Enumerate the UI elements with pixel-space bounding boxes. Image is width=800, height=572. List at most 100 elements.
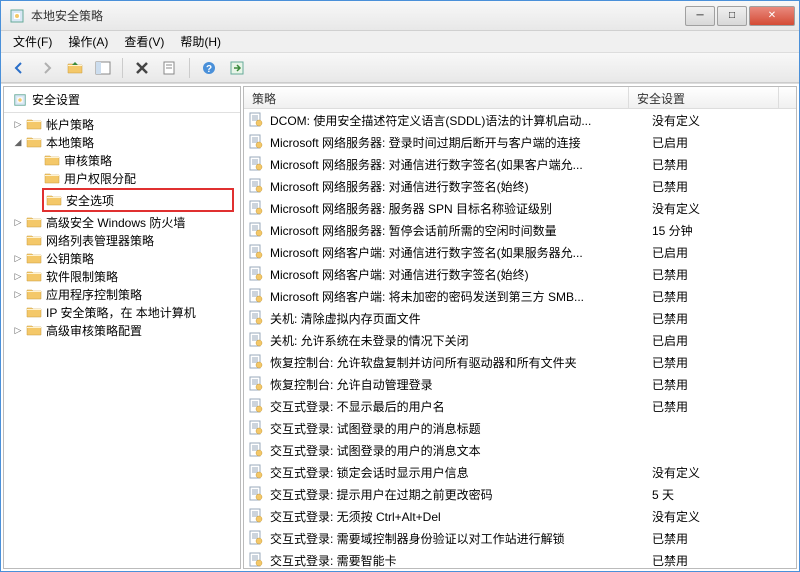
list-row[interactable]: 关机: 清除虚拟内存页面文件已禁用 <box>244 307 796 329</box>
folder-icon <box>26 287 42 301</box>
tree-node-firewall[interactable]: ▷ 高级安全 Windows 防火墙 <box>4 213 240 231</box>
policy-item-icon <box>248 486 264 502</box>
list-row[interactable]: 交互式登录: 需要智能卡已禁用 <box>244 549 796 568</box>
policy-item-icon <box>248 442 264 458</box>
menu-help[interactable]: 帮助(H) <box>172 31 229 52</box>
policy-name: 交互式登录: 无须按 Ctrl+Alt+Del <box>270 508 652 525</box>
folder-icon <box>46 193 62 207</box>
expand-icon[interactable]: ▷ <box>12 216 24 228</box>
list-row[interactable]: Microsoft 网络客户端: 对通信进行数字签名(始终)已禁用 <box>244 263 796 285</box>
policy-setting: 已禁用 <box>652 156 792 173</box>
list-pane: 策略 安全设置 DCOM: 使用安全描述符定义语言(SDDL)语法的计算机启动.… <box>243 86 797 569</box>
policy-name: 交互式登录: 需要域控制器身份验证以对工作站进行解锁 <box>270 530 652 547</box>
folder-icon <box>44 171 60 185</box>
column-header-policy[interactable]: 策略 <box>244 87 629 108</box>
policy-item-icon <box>248 156 264 172</box>
policy-name: Microsoft 网络服务器: 暂停会话前所需的空闲时间数量 <box>270 222 652 239</box>
policy-name: 交互式登录: 锁定会话时显示用户信息 <box>270 464 652 481</box>
tree-pane[interactable]: 安全设置 ▷ 帐户策略 ◢ 本地策略 审核策略 <box>3 86 241 569</box>
column-header-setting[interactable]: 安全设置 <box>629 87 779 108</box>
folder-icon <box>26 323 42 337</box>
policy-item-icon <box>248 266 264 282</box>
tree-node-account-policy[interactable]: ▷ 帐户策略 <box>4 115 240 133</box>
policy-name: 交互式登录: 试图登录的用户的消息文本 <box>270 442 652 459</box>
tree-node-ipsec[interactable]: IP 安全策略，在 本地计算机 <box>4 303 240 321</box>
list-row[interactable]: 交互式登录: 锁定会话时显示用户信息没有定义 <box>244 461 796 483</box>
policy-name: 关机: 清除虚拟内存页面文件 <box>270 310 652 327</box>
tree-root[interactable]: 安全设置 <box>4 87 240 113</box>
expand-icon[interactable]: ▷ <box>12 288 24 300</box>
tree-node-appctrl[interactable]: ▷ 应用程序控制策略 <box>4 285 240 303</box>
tree-node-advaudit[interactable]: ▷ 高级审核策略配置 <box>4 321 240 339</box>
list-row[interactable]: 恢复控制台: 允许软盘复制并访问所有驱动器和所有文件夹已禁用 <box>244 351 796 373</box>
titlebar[interactable]: 本地安全策略 ─ □ ✕ <box>1 1 799 31</box>
expand-icon[interactable]: ▷ <box>12 252 24 264</box>
list-row[interactable]: 交互式登录: 提示用户在过期之前更改密码5 天 <box>244 483 796 505</box>
list-row[interactable]: 恢复控制台: 允许自动管理登录已禁用 <box>244 373 796 395</box>
tree-root-label: 安全设置 <box>32 91 80 108</box>
list-row[interactable]: Microsoft 网络服务器: 暂停会话前所需的空闲时间数量15 分钟 <box>244 219 796 241</box>
maximize-button[interactable]: □ <box>717 6 747 26</box>
list-row[interactable]: Microsoft 网络客户端: 将未加密的密码发送到第三方 SMB...已禁用 <box>244 285 796 307</box>
folder-icon <box>26 305 42 319</box>
minimize-button[interactable]: ─ <box>685 6 715 26</box>
tree-node-local-policy[interactable]: ◢ 本地策略 <box>4 133 240 151</box>
policy-item-icon <box>248 112 264 128</box>
expand-icon[interactable]: ▷ <box>12 118 24 130</box>
toolbar-separator <box>189 58 190 78</box>
list-row[interactable]: Microsoft 网络客户端: 对通信进行数字签名(如果服务器允...已启用 <box>244 241 796 263</box>
collapse-icon[interactable]: ◢ <box>12 136 24 148</box>
folder-icon <box>44 153 60 167</box>
back-button[interactable] <box>7 56 31 80</box>
policy-item-icon <box>248 376 264 392</box>
security-settings-icon <box>12 93 28 107</box>
folder-icon <box>26 233 42 247</box>
policy-setting: 没有定义 <box>652 464 792 481</box>
policy-setting: 已禁用 <box>652 178 792 195</box>
properties-button[interactable] <box>158 56 182 80</box>
policy-item-icon <box>248 222 264 238</box>
list-row[interactable]: Microsoft 网络服务器: 对通信进行数字签名(始终)已禁用 <box>244 175 796 197</box>
forward-button[interactable] <box>35 56 59 80</box>
policy-name: Microsoft 网络客户端: 将未加密的密码发送到第三方 SMB... <box>270 288 652 305</box>
close-button[interactable]: ✕ <box>749 6 795 26</box>
policy-setting: 没有定义 <box>652 200 792 217</box>
list-row[interactable]: 关机: 允许系统在未登录的情况下关闭已启用 <box>244 329 796 351</box>
tree-node-softrestrict[interactable]: ▷ 软件限制策略 <box>4 267 240 285</box>
show-hide-tree-button[interactable] <box>91 56 115 80</box>
list-row[interactable]: 交互式登录: 不显示最后的用户名已禁用 <box>244 395 796 417</box>
policy-name: Microsoft 网络客户端: 对通信进行数字签名(始终) <box>270 266 652 283</box>
export-button[interactable] <box>225 56 249 80</box>
policy-item-icon <box>248 244 264 260</box>
expand-icon[interactable]: ▷ <box>12 324 24 336</box>
tree-node-audit-policy[interactable]: 审核策略 <box>4 151 240 169</box>
tree-label: IP 安全策略，在 本地计算机 <box>46 304 196 321</box>
tree-label: 网络列表管理器策略 <box>46 232 154 249</box>
list-row[interactable]: Microsoft 网络服务器: 登录时间过期后断开与客户端的连接已启用 <box>244 131 796 153</box>
expand-icon[interactable]: ▷ <box>12 270 24 282</box>
list-row[interactable]: 交互式登录: 无须按 Ctrl+Alt+Del没有定义 <box>244 505 796 527</box>
tree-label: 高级安全 Windows 防火墙 <box>46 214 185 231</box>
list-row[interactable]: Microsoft 网络服务器: 服务器 SPN 目标名称验证级别没有定义 <box>244 197 796 219</box>
delete-button[interactable] <box>130 56 154 80</box>
list-row[interactable]: 交互式登录: 需要域控制器身份验证以对工作站进行解锁已禁用 <box>244 527 796 549</box>
tree-node-pubkey[interactable]: ▷ 公钥策略 <box>4 249 240 267</box>
menu-action[interactable]: 操作(A) <box>60 31 116 52</box>
policy-name: Microsoft 网络服务器: 对通信进行数字签名(如果客户端允... <box>270 156 652 173</box>
policy-name: Microsoft 网络服务器: 对通信进行数字签名(始终) <box>270 178 652 195</box>
menu-view[interactable]: 查看(V) <box>116 31 172 52</box>
list-row[interactable]: 交互式登录: 试图登录的用户的消息标题 <box>244 417 796 439</box>
up-button[interactable] <box>63 56 87 80</box>
policy-setting: 已禁用 <box>652 288 792 305</box>
tree-node-user-rights[interactable]: 用户权限分配 <box>4 169 240 187</box>
list-row[interactable]: DCOM: 使用安全描述符定义语言(SDDL)语法的计算机启动...没有定义 <box>244 109 796 131</box>
tree-node-security-options[interactable]: 安全选项 <box>46 191 230 209</box>
help-button[interactable]: ? <box>197 56 221 80</box>
tree-node-netlist[interactable]: 网络列表管理器策略 <box>4 231 240 249</box>
policy-setting: 5 天 <box>652 486 792 503</box>
list-row[interactable]: 交互式登录: 试图登录的用户的消息文本 <box>244 439 796 461</box>
menu-file[interactable]: 文件(F) <box>5 31 60 52</box>
policy-setting: 已启用 <box>652 134 792 151</box>
list-body[interactable]: DCOM: 使用安全描述符定义语言(SDDL)语法的计算机启动...没有定义Mi… <box>244 109 796 568</box>
list-row[interactable]: Microsoft 网络服务器: 对通信进行数字签名(如果客户端允...已禁用 <box>244 153 796 175</box>
